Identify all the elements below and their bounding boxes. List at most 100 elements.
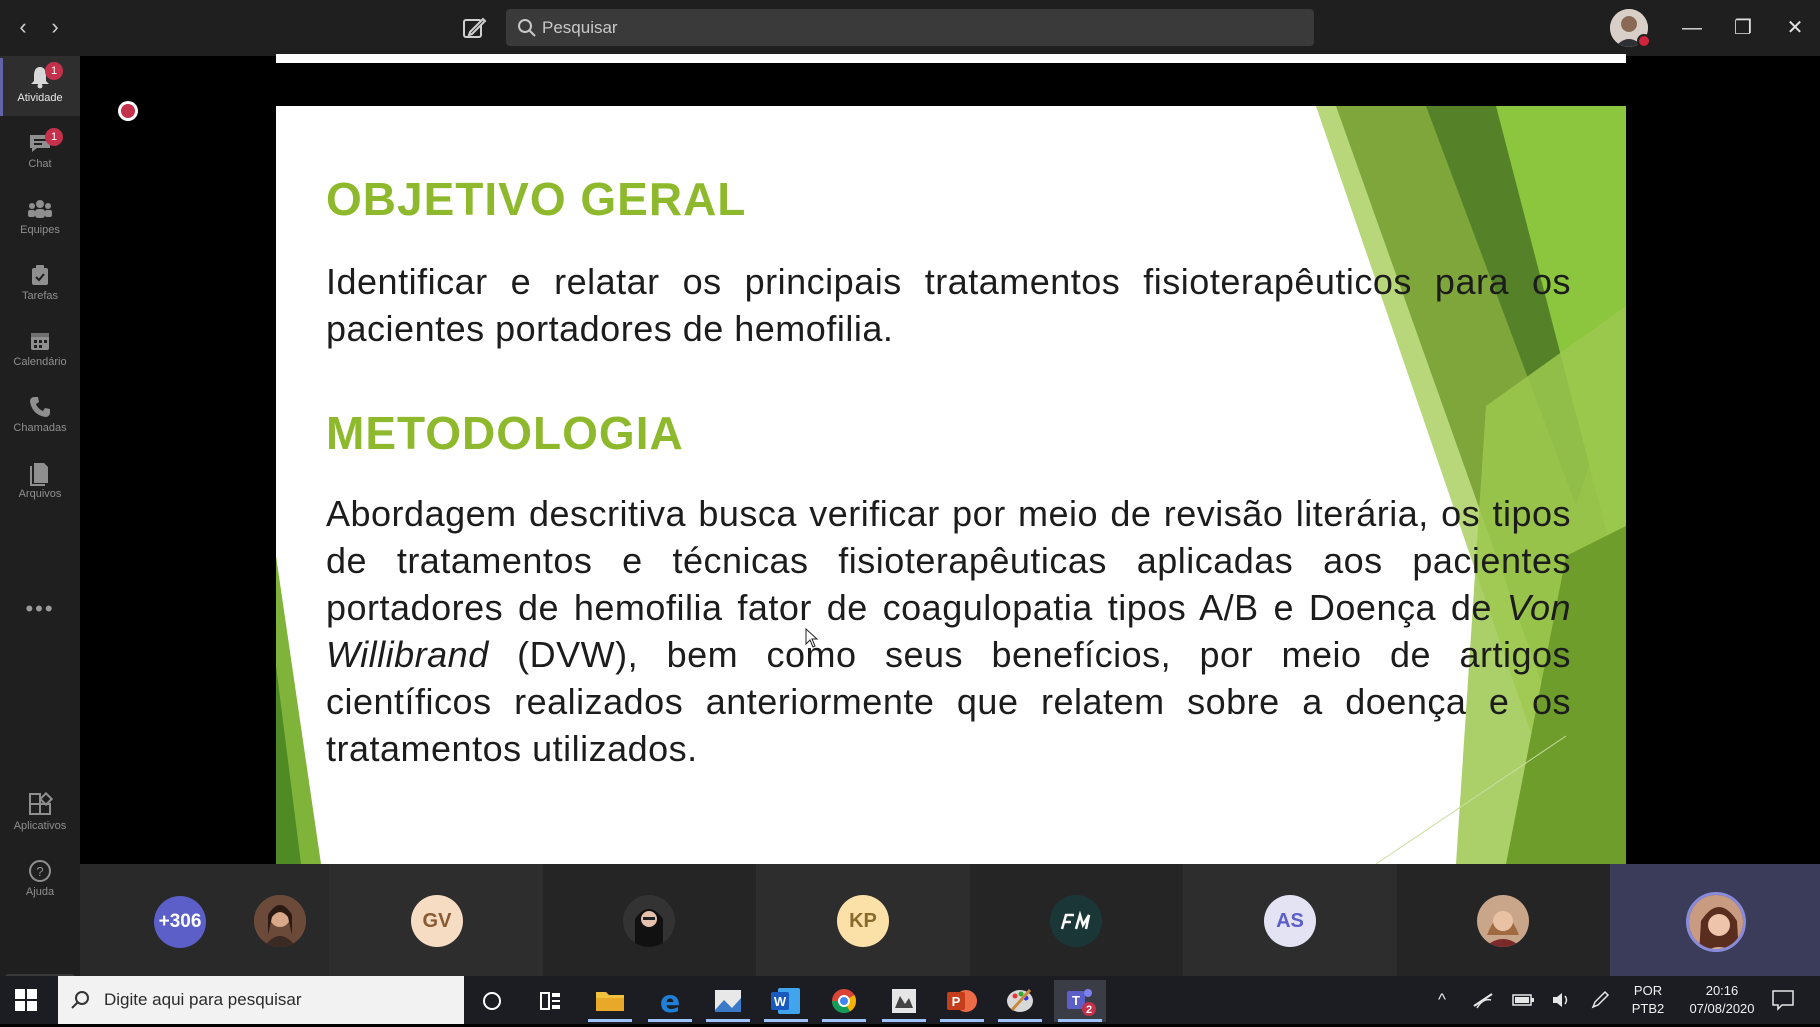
tasks-icon xyxy=(32,265,48,285)
phone-icon xyxy=(30,397,50,417)
rail-label: Chat xyxy=(28,158,52,170)
participant-initials: KP xyxy=(837,895,889,947)
windows-taskbar: Digite aqui para pesquisar e W P T2 ^ PO… xyxy=(0,976,1820,1024)
para-text: (DVW), bem como seus benefícios, por mei… xyxy=(326,634,1571,769)
files-icon xyxy=(30,463,48,486)
compose-icon[interactable] xyxy=(458,12,490,44)
rail-item-chamadas[interactable]: Chamadas xyxy=(0,386,80,446)
network-icon[interactable] xyxy=(1472,990,1494,1010)
taskbar-search-input[interactable]: Digite aqui para pesquisar xyxy=(58,976,464,1024)
word-icon[interactable]: W xyxy=(760,980,812,1022)
apps-icon xyxy=(29,792,53,815)
powerpoint-icon[interactable]: P xyxy=(936,980,988,1022)
clock-time: 20:16 xyxy=(1705,983,1739,998)
slide-heading-metodologia: METODOLOGIA xyxy=(326,407,684,459)
rail-item-arquivos[interactable]: Arquivos xyxy=(0,452,80,512)
paint-icon[interactable] xyxy=(994,980,1046,1022)
slide-top-strip xyxy=(276,54,1626,63)
maximize-button[interactable]: ❐ xyxy=(1726,12,1760,44)
participant-initials: AS xyxy=(1264,895,1316,947)
svg-text:e: e xyxy=(660,985,680,1020)
self-avatar xyxy=(1686,892,1746,952)
slide-paragraph-metodologia: Abordagem descritiva busca verificar por… xyxy=(326,490,1571,772)
svg-text:W: W xyxy=(774,994,787,1009)
para-text: Abordagem descritiva busca verificar por… xyxy=(326,493,1571,628)
shared-slide: OBJETIVO GERAL Identificar e relatar os … xyxy=(276,106,1626,864)
participant-avatar xyxy=(1477,895,1529,947)
slide-paragraph-objetivo: Identificar e relatar os principais trat… xyxy=(326,261,1571,349)
participant-logo xyxy=(1050,895,1102,947)
battery-icon[interactable] xyxy=(1512,992,1536,1008)
activity-badge: 1 xyxy=(45,62,63,80)
language-top: POR xyxy=(1633,983,1663,998)
participant-tile[interactable]: KP xyxy=(756,864,970,976)
taskbar-search-placeholder: Digite aqui para pesquisar xyxy=(104,990,302,1009)
photos-icon[interactable] xyxy=(702,980,754,1022)
participant-initials: GV xyxy=(411,895,463,947)
volume-icon[interactable] xyxy=(1550,990,1572,1010)
rail-label: Equipes xyxy=(20,224,60,236)
rail-label: Ajuda xyxy=(25,886,55,898)
pen-icon[interactable] xyxy=(1590,990,1612,1010)
rail-item-aplicativos[interactable]: Aplicativos xyxy=(0,784,80,844)
rail-item-chat[interactable]: 1 Chat xyxy=(0,122,80,182)
chat-badge: 1 xyxy=(45,128,63,146)
rail-item-atividade[interactable]: 1 Atividade xyxy=(0,56,80,116)
rail-item-calendario[interactable]: Calendário xyxy=(0,320,80,380)
rail-label: Arquivos xyxy=(18,488,62,500)
search-input[interactable]: Pesquisar xyxy=(506,9,1314,46)
participant-tile[interactable]: GV xyxy=(329,864,543,976)
rail-label: Calendário xyxy=(13,356,67,368)
minimize-button[interactable]: — xyxy=(1675,12,1709,44)
calendar-icon xyxy=(31,333,49,350)
picture-app-icon[interactable] xyxy=(878,980,930,1022)
edge-icon[interactable]: e xyxy=(644,980,696,1022)
rail-item-ajuda[interactable]: ? Ajuda xyxy=(0,850,80,910)
rail-label: Tarefas xyxy=(21,290,59,302)
rail-label: Aplicativos xyxy=(13,820,67,832)
title-bar: ‹ › Pesquisar — ❐ ✕ xyxy=(0,0,1820,56)
svg-text:?: ? xyxy=(36,864,43,879)
close-button[interactable]: ✕ xyxy=(1778,12,1812,44)
participant-avatar xyxy=(623,895,675,947)
windows-start-icon[interactable] xyxy=(14,988,38,1012)
svg-text:T: T xyxy=(1072,993,1080,1008)
rail-item-tarefas[interactable]: Tarefas xyxy=(0,254,80,314)
file-explorer-icon[interactable] xyxy=(584,980,636,1022)
more-apps-button[interactable]: ••• xyxy=(0,596,80,622)
task-view-icon[interactable] xyxy=(524,980,576,1022)
participant-tile[interactable]: AS xyxy=(1183,864,1397,976)
search-placeholder: Pesquisar xyxy=(542,18,618,37)
language-bottom: PTB2 xyxy=(1631,1001,1665,1016)
teams-taskbar-icon[interactable]: T2 xyxy=(1054,980,1106,1022)
notifications-icon[interactable] xyxy=(1770,988,1796,1012)
teams-icon xyxy=(28,200,52,218)
busy-status-badge xyxy=(1637,34,1651,48)
svg-text:P: P xyxy=(952,994,961,1009)
clock[interactable]: 20:16 07/08/2020 xyxy=(1682,982,1762,1018)
language-indicator[interactable]: POR PTB2 xyxy=(1624,982,1672,1018)
rail-label: Atividade xyxy=(17,92,63,104)
participant-bar: +306 GV KP AS xyxy=(80,864,1820,976)
self-video-tile[interactable] xyxy=(1610,864,1820,976)
app-rail: 1 Atividade 1 Chat Equipes Tarefas Calen… xyxy=(0,56,80,1022)
more-participants-badge[interactable]: +306 xyxy=(154,896,206,948)
show-hidden-icons[interactable]: ^ xyxy=(1438,990,1446,1010)
search-icon xyxy=(71,991,89,1009)
clock-date: 07/08/2020 xyxy=(1689,1001,1755,1016)
participant-tile[interactable] xyxy=(1397,864,1610,976)
help-icon: ? xyxy=(29,860,51,882)
chrome-icon[interactable] xyxy=(818,980,870,1022)
cortana-icon[interactable] xyxy=(466,980,518,1022)
mouse-cursor-icon xyxy=(805,628,819,648)
back-icon[interactable]: ‹ xyxy=(10,14,36,40)
search-icon xyxy=(518,19,536,37)
forward-icon[interactable]: › xyxy=(42,14,68,40)
participant-avatar[interactable] xyxy=(254,895,306,947)
participant-tile[interactable] xyxy=(543,864,756,976)
teams-taskbar-badge: 2 xyxy=(1086,1004,1092,1016)
participant-tile[interactable] xyxy=(970,864,1183,976)
slide-heading-objetivo: OBJETIVO GERAL xyxy=(326,173,747,225)
rail-item-equipes[interactable]: Equipes xyxy=(0,188,80,248)
recording-indicator xyxy=(118,101,138,121)
